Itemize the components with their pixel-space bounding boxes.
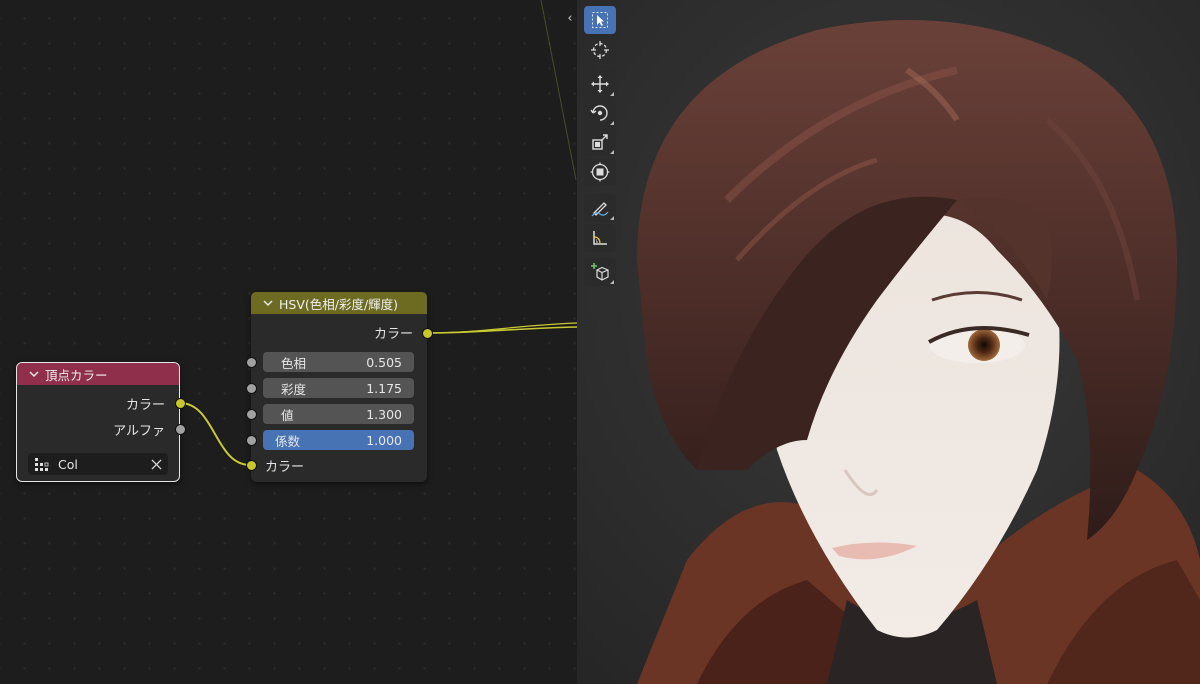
- link-vertexcolor-to-hsv[interactable]: [179, 401, 251, 467]
- node-editor-canvas[interactable]: 頂点カラー カラー アルファ Col HSV(色相/彩度/輝度) カラー 色相 …: [0, 0, 577, 684]
- input-socket-saturation[interactable]: [246, 383, 257, 394]
- hsv-node-title: HSV(色相/彩度/輝度): [279, 296, 399, 312]
- transform-tool[interactable]: [584, 158, 616, 186]
- hsv-node-header[interactable]: HSV(色相/彩度/輝度): [251, 292, 427, 314]
- rotate-icon: [590, 105, 608, 121]
- input-socket-factor[interactable]: [246, 435, 257, 446]
- vertex-color-node-title: 頂点カラー: [45, 367, 108, 383]
- hsv-output-socket-color[interactable]: [422, 328, 433, 339]
- link-faint-diagonal: [540, 0, 577, 181]
- field-value-saturation: 1.175: [366, 380, 402, 396]
- add-cube-icon: [591, 263, 609, 281]
- select-box-tool[interactable]: [584, 6, 616, 34]
- field-value-value: 1.300: [366, 406, 402, 422]
- cursor-arrow-icon: [592, 12, 608, 28]
- link-hsv-to-output[interactable]: [426, 325, 577, 335]
- field-factor[interactable]: 係数 1.000: [263, 430, 414, 450]
- vertex-color-output-color: カラー: [17, 393, 179, 413]
- 3d-cursor-icon: [591, 41, 609, 59]
- input-socket-color[interactable]: [246, 460, 257, 471]
- hsv-input-color: カラー: [251, 455, 304, 475]
- field-value-factor: 1.000: [366, 432, 402, 448]
- output-socket-color[interactable]: [175, 398, 186, 409]
- annotate-pencil-icon: [591, 202, 609, 217]
- vertex-color-output-alpha: アルファ: [17, 419, 179, 439]
- input-label-color: カラー: [265, 459, 305, 475]
- cursor-tool[interactable]: [584, 36, 616, 64]
- scale-icon: [592, 134, 608, 150]
- field-hue[interactable]: 色相 0.505: [263, 352, 414, 372]
- render-preview: [577, 0, 1200, 684]
- chevron-down-icon[interactable]: [261, 296, 275, 310]
- scale-tool[interactable]: [584, 128, 616, 156]
- chevron-down-icon[interactable]: [27, 367, 41, 381]
- measure-tool[interactable]: [584, 224, 616, 252]
- attribute-name: Col: [58, 456, 78, 472]
- close-icon[interactable]: [151, 458, 162, 470]
- field-label-hue: 色相: [281, 355, 307, 371]
- measure-ruler-icon: [593, 231, 607, 245]
- move-arrows-icon: [591, 75, 609, 93]
- vertex-color-node-header[interactable]: 頂点カラー: [17, 363, 179, 385]
- chevron-left-icon[interactable]: ‹: [564, 11, 576, 26]
- output-label-alpha: アルファ: [113, 423, 165, 439]
- hsv-node[interactable]: HSV(色相/彩度/輝度) カラー 色相 0.505 彩度 1.175 値 1.…: [251, 292, 427, 482]
- vertex-color-attribute-field[interactable]: Col: [28, 453, 168, 475]
- 3d-viewport[interactable]: [577, 0, 1200, 684]
- field-value[interactable]: 値 1.300: [263, 404, 414, 424]
- move-tool[interactable]: [584, 70, 616, 98]
- input-socket-value[interactable]: [246, 409, 257, 420]
- field-label-factor: 係数: [275, 433, 301, 449]
- hsv-output-color: カラー: [251, 322, 427, 342]
- add-cube-tool[interactable]: [584, 258, 616, 286]
- output-label-color: カラー: [373, 326, 413, 342]
- output-label-color: カラー: [125, 397, 165, 413]
- field-saturation[interactable]: 彩度 1.175: [263, 378, 414, 398]
- field-label-saturation: 彩度: [281, 381, 307, 397]
- input-socket-hue[interactable]: [246, 357, 257, 368]
- transform-icon: [590, 162, 610, 182]
- annotate-tool[interactable]: [584, 194, 616, 222]
- field-label-value: 値: [281, 407, 294, 423]
- vertex-color-node[interactable]: 頂点カラー カラー アルファ Col: [16, 362, 186, 482]
- vertex-color-attribute-icon: [35, 458, 49, 471]
- field-value-hue: 0.505: [366, 354, 402, 370]
- rotate-tool[interactable]: [584, 99, 616, 127]
- output-socket-alpha[interactable]: [175, 424, 186, 435]
